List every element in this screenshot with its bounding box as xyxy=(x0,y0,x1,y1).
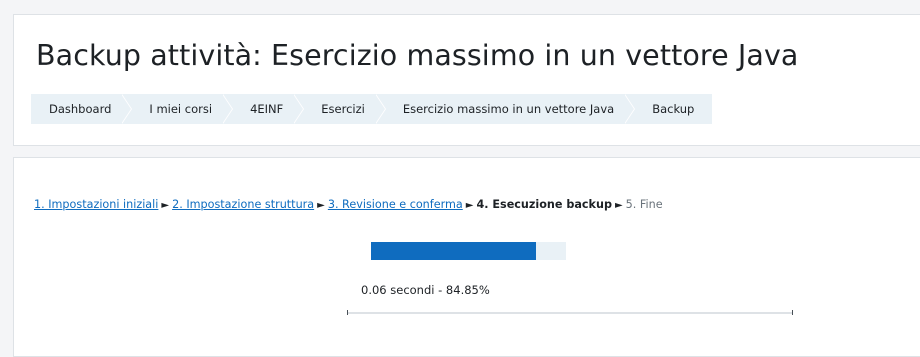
backup-content: 1. Impostazioni iniziali ► 2. Impostazione… xyxy=(13,157,920,357)
step-separator-icon: ► xyxy=(161,200,170,211)
page-header: Backup attività: Esercizio massimo in un… xyxy=(13,14,920,146)
page-title: Backup attività: Esercizio massimo in un… xyxy=(36,39,799,72)
step-schema-settings-link[interactable]: 2. Impostazione struttura xyxy=(172,198,314,211)
breadcrumb-item-dashboard[interactable]: Dashboard xyxy=(31,94,133,124)
breadcrumb: Dashboard I miei corsi 4EINF Esercizi Es… xyxy=(31,94,713,124)
backup-progress-text: 0.06 secondi - 84.85% xyxy=(361,283,490,297)
breadcrumb-item-course[interactable]: 4EINF xyxy=(228,94,305,124)
breadcrumb-item-backup[interactable]: Backup xyxy=(630,94,713,124)
backup-progress-bar xyxy=(371,242,566,260)
progress-divider xyxy=(347,310,793,315)
step-separator-icon: ► xyxy=(317,200,325,211)
breadcrumb-item-my-courses[interactable]: I miei corsi xyxy=(127,94,233,124)
backup-steps: 1. Impostazioni iniziali ► 2. Impostazione… xyxy=(34,198,663,211)
step-initial-settings-link[interactable]: 1. Impostazioni iniziali xyxy=(34,198,158,211)
step-current-perform-backup: 4. Esecuzione backup xyxy=(476,198,612,211)
step-separator-icon: ► xyxy=(465,200,474,211)
backup-progress-fill xyxy=(371,242,537,260)
breadcrumb-item-activity[interactable]: Esercizio massimo in un vettore Java xyxy=(380,94,636,124)
breadcrumb-item-section[interactable]: Esercizi xyxy=(299,94,386,124)
step-separator-icon: ► xyxy=(614,200,623,211)
step-complete: 5. Fine xyxy=(625,198,663,211)
step-confirmation-link[interactable]: 3. Revisione e conferma xyxy=(328,198,463,211)
